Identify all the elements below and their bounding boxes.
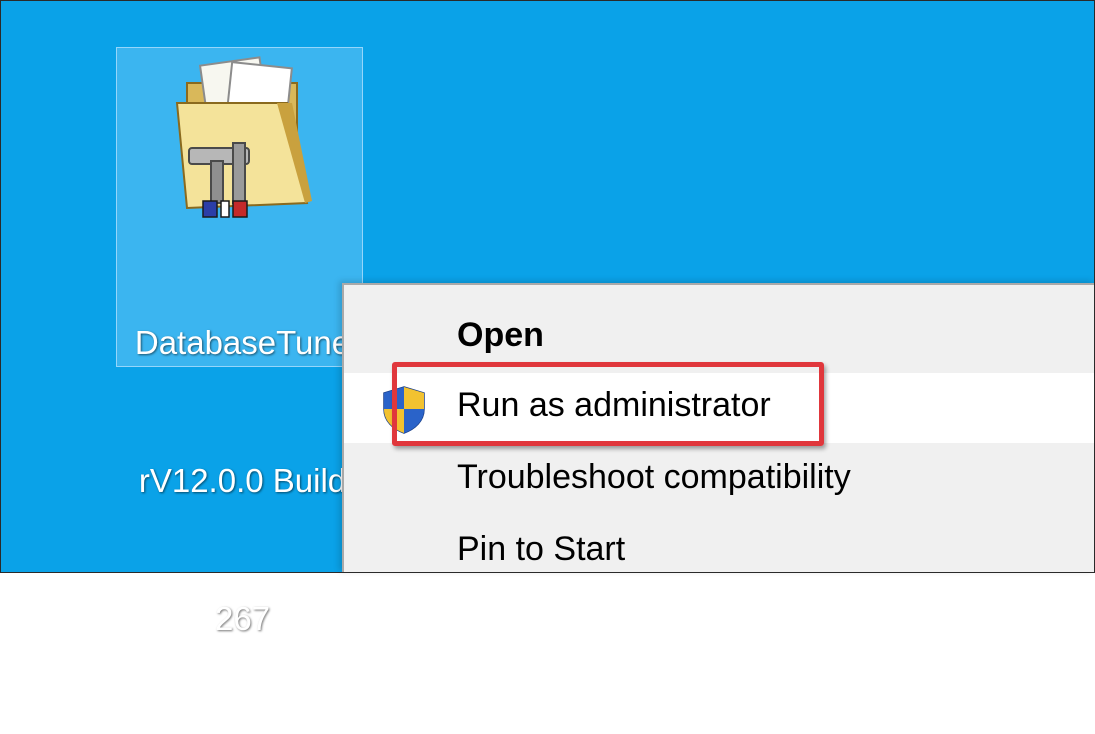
desktop-icon-databasetuner[interactable]: DatabaseTune rV12.0.0 Build 267 [116, 47, 363, 637]
menu-item-troubleshoot-compatibility[interactable]: Troubleshoot compatibility [344, 445, 1095, 515]
menu-item-pin-to-start-label: Pin to Start [457, 530, 626, 568]
menu-item-troubleshoot-compatibility-label: Troubleshoot compatibility [457, 458, 851, 496]
menu-item-pin-to-start[interactable]: Pin to Start [344, 517, 1095, 587]
desktop-background[interactable]: DatabaseTune rV12.0.0 Build 267 Open Run… [0, 0, 1095, 637]
desktop-icon-label-line-1: DatabaseTune [134, 324, 351, 361]
desktop-icon-label-line-3: 267 [214, 600, 271, 637]
desktop-icon-label: DatabaseTune rV12.0.0 Build 267 [119, 228, 366, 734]
folder-with-tools-icon [175, 56, 312, 218]
menu-item-open-label: Open [457, 316, 544, 354]
annotation-highlight-box [392, 362, 824, 446]
desktop-icon-label-line-2: rV12.0.0 Build [138, 462, 347, 499]
